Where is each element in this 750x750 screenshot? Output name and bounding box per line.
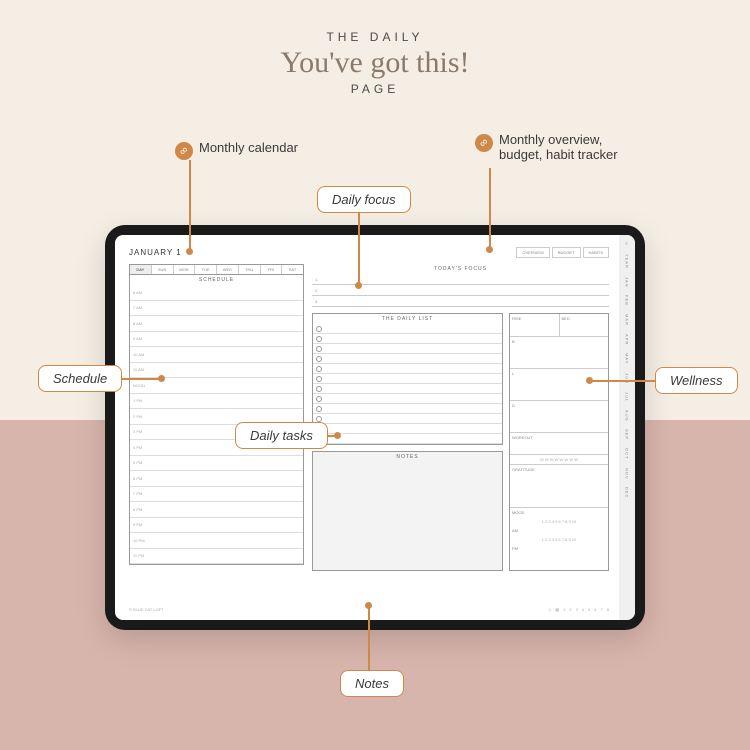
top-tabs: OVERVIEW BUDGET HABITS [516,247,609,258]
day-tabs[interactable]: DAYSUNMONTUEWEDTHUFRISAT [130,265,303,275]
notes-box[interactable]: NOTES [312,451,503,571]
header: THE DAILY You've got this! PAGE [0,0,750,96]
middle-column: TODAY'S FOCUS 1. 2. 3. THE DAILY LIST [312,264,609,603]
connector-dot [158,375,165,382]
connector-dot [186,248,193,255]
connector [358,212,360,284]
tab-habits[interactable]: HABITS [583,247,609,258]
tag-schedule: Schedule [38,365,122,392]
link-icon [475,134,493,152]
callout-text: Monthly overview, budget, habit tracker [499,132,618,162]
tag-daily-focus: Daily focus [317,186,411,213]
schedule-title: SCHEDULE [130,275,303,285]
water-tracker[interactable]: W W W W W W W W [510,455,608,464]
copyright: © BLUE CAT LOFT [129,607,164,612]
notes-title: NOTES [313,452,502,462]
connector-dot [334,432,341,439]
grid-icon[interactable]: ▦ [555,607,559,612]
link-icon [175,142,193,160]
daily-list-title: THE DAILY LIST [313,314,502,324]
connector-dot [355,282,362,289]
callout-monthly-overview: Monthly overview, budget, habit tracker [475,132,618,162]
connector [368,605,370,671]
header-line3: PAGE [0,82,750,96]
connector-dot [365,602,372,609]
planner-page: JANUARY 1 OVERVIEW BUDGET HABITS DAYSUNM… [115,235,619,620]
tablet-screen: JANUARY 1 OVERVIEW BUDGET HABITS DAYSUNM… [115,235,635,620]
callout-text: Monthly calendar [199,140,298,155]
header-line1: THE DAILY [0,30,750,44]
connector [189,160,191,250]
user-icon[interactable]: ◇ [548,607,551,612]
connector-dot [586,377,593,384]
connector-dot [486,246,493,253]
page-numbers[interactable]: ◇ ▦ 12345678 [548,607,609,612]
date-heading[interactable]: JANUARY 1 [129,248,182,257]
focus-line[interactable]: 3. [312,296,609,307]
tab-budget[interactable]: BUDGET [552,247,581,258]
connector [489,168,491,248]
tag-wellness: Wellness [655,367,738,394]
focus-title: TODAY'S FOCUS [312,264,609,274]
task-list[interactable] [313,324,502,444]
header-line2: You've got this! [0,46,750,80]
callout-monthly-calendar: Monthly calendar [175,140,298,160]
month-sidebar[interactable]: ≡ YEARJANFEBMARAPRMAYJUNJULAUGSEPOCTNOVD… [619,235,635,620]
tablet-frame: JANUARY 1 OVERVIEW BUDGET HABITS DAYSUNM… [105,225,645,630]
wellness-column: RISEBED B L D WORKOUT W W W W W W W W GR… [509,313,609,571]
tab-overview[interactable]: OVERVIEW [516,247,550,258]
connector [590,380,656,382]
tag-daily-tasks: Daily tasks [235,422,328,449]
tag-notes: Notes [340,670,404,697]
